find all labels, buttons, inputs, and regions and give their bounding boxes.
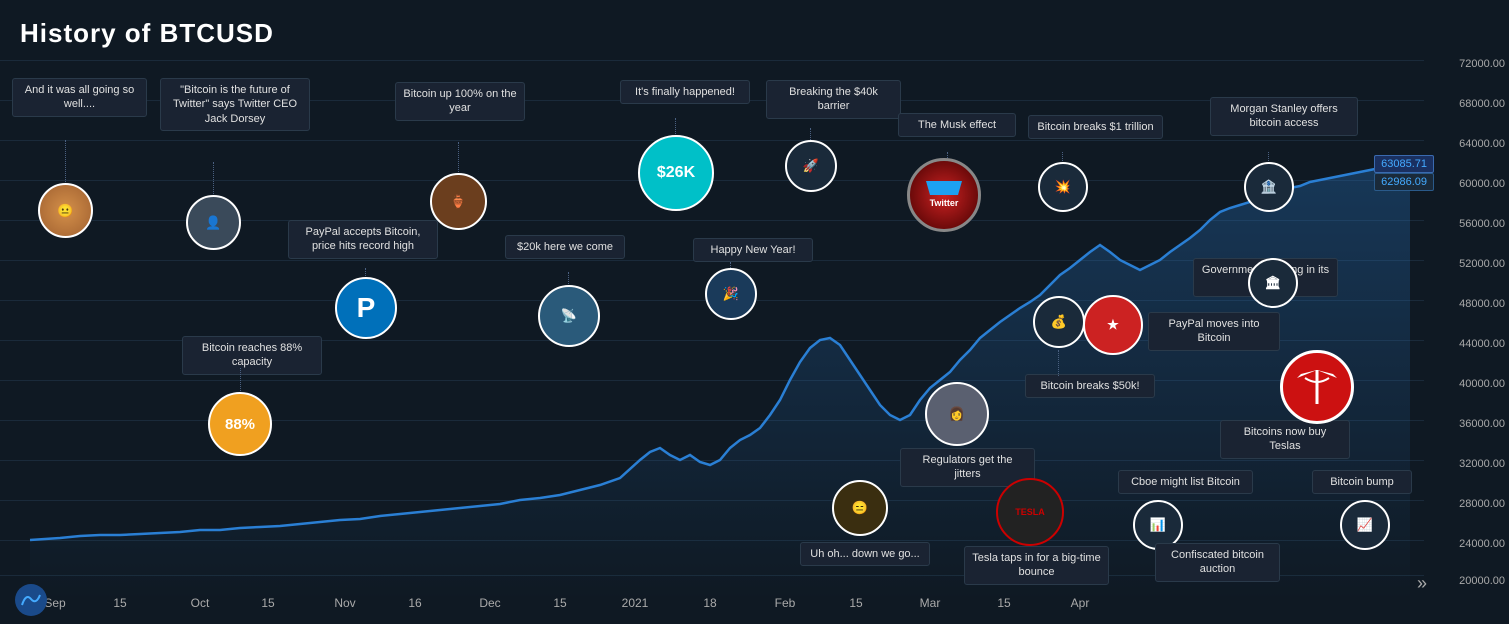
ann6-icon: 📡 — [538, 285, 600, 347]
ann13-icon: TESLA — [996, 478, 1064, 546]
ann12-icon: 👩 — [925, 382, 989, 446]
ann1-label: And it was all going so well.... — [12, 78, 147, 117]
y-label-28k: 28000.00 — [1459, 498, 1505, 510]
ann21-label: Bitcoins now buy Teslas — [1220, 420, 1350, 459]
ann19-label: Morgan Stanley offers bitcoin access — [1210, 97, 1358, 136]
y-label-32k: 32000.00 — [1459, 458, 1505, 470]
bid-price: 63085.71 — [1374, 155, 1434, 173]
x-label-dec: Dec — [479, 596, 500, 610]
ann9-icon: 🚀 — [785, 140, 837, 192]
ann22-icon: 📈 — [1340, 500, 1390, 550]
y-label-20k: 20000.00 — [1459, 575, 1505, 587]
x-label-sep: Sep — [44, 596, 65, 610]
x-label-18: 18 — [703, 596, 716, 610]
ann7-label: It's finally happened! — [620, 80, 750, 104]
y-label-72k: 72000.00 — [1459, 58, 1505, 70]
ann6-label: $20k here we come — [505, 235, 625, 259]
ann3-icon: 88% — [208, 392, 272, 456]
ann2-icon: 👤 — [186, 195, 241, 250]
svg-text:Twitter: Twitter — [930, 198, 959, 208]
y-label-68k: 68000.00 — [1459, 98, 1505, 110]
x-label-15d: 15 — [849, 596, 862, 610]
ann17-label: Cboe might list Bitcoin — [1118, 470, 1253, 494]
ann22-label: Bitcoin bump — [1312, 470, 1412, 494]
x-label-15e: 15 — [997, 596, 1010, 610]
x-label-15b: 15 — [261, 596, 274, 610]
y-label-44k: 44000.00 — [1459, 338, 1505, 350]
ann8-icon: 🎉 — [705, 268, 757, 320]
expand-button[interactable]: » — [1417, 573, 1427, 594]
ask-price: 62986.09 — [1374, 173, 1434, 191]
ann16-icon: ★ — [1083, 295, 1143, 355]
x-label-nov: Nov — [334, 596, 355, 610]
x-label-feb: Feb — [775, 596, 796, 610]
ann14-icon: 💥 — [1038, 162, 1088, 212]
ann10-icon: 😑 — [832, 480, 888, 536]
ann4-icon: P — [335, 277, 397, 339]
y-label-64k: 64000.00 — [1459, 138, 1505, 150]
chart-container: History of BTCUSD 72000.00 68000.00 6400… — [0, 0, 1509, 624]
ann20-icon: 🏛 — [1248, 258, 1298, 308]
ann9-label: Breaking the $40k barrier — [766, 80, 901, 119]
ann15-label: Bitcoin breaks $50k! — [1025, 374, 1155, 398]
ann11-icon: Twitter — [907, 158, 981, 232]
ann7-icon: $26K — [638, 135, 714, 211]
y-label-36k: 36000.00 — [1459, 418, 1505, 430]
ann18-label: Confiscated bitcoin auction — [1155, 543, 1280, 582]
x-label-16: 16 — [408, 596, 421, 610]
ann2-label: "Bitcoin is the future of Twitter" says … — [160, 78, 310, 131]
ann3-label: Bitcoin reaches 88% capacity — [182, 336, 322, 375]
chart-logo — [15, 584, 47, 616]
ann19-icon: 🏦 — [1244, 162, 1294, 212]
ann13-label: Tesla taps in for a big-time bounce — [964, 546, 1109, 585]
x-label-mar: Mar — [920, 596, 941, 610]
ann5-label: Bitcoin up 100% on the year — [395, 82, 525, 121]
ann4-label: PayPal accepts Bitcoin, price hits recor… — [288, 220, 438, 259]
ann16-label: PayPal moves into Bitcoin — [1148, 312, 1280, 351]
ann21-icon — [1280, 350, 1354, 424]
x-label-apr: Apr — [1071, 596, 1090, 610]
ann11-label: The Musk effect — [898, 113, 1016, 137]
ann1-icon: 😐 — [38, 183, 93, 238]
ann8-label: Happy New Year! — [693, 238, 813, 262]
ann15-icon: 💰 — [1033, 296, 1085, 348]
y-label-60k: 60000.00 — [1459, 178, 1505, 190]
y-label-40k: 40000.00 — [1459, 378, 1505, 390]
x-label-15a: 15 — [113, 596, 126, 610]
ann10-label: Uh oh... down we go... — [800, 542, 930, 566]
x-label-15c: 15 — [553, 596, 566, 610]
y-label-24k: 24000.00 — [1459, 538, 1505, 550]
y-label-56k: 56000.00 — [1459, 218, 1505, 230]
y-label-48k: 48000.00 — [1459, 298, 1505, 310]
y-label-52k: 52000.00 — [1459, 258, 1505, 270]
ann5-icon: 🏺 — [430, 173, 487, 230]
ann14-label: Bitcoin breaks $1 trillion — [1028, 115, 1163, 139]
x-label-2021: 2021 — [622, 596, 649, 610]
x-label-oct: Oct — [191, 596, 210, 610]
